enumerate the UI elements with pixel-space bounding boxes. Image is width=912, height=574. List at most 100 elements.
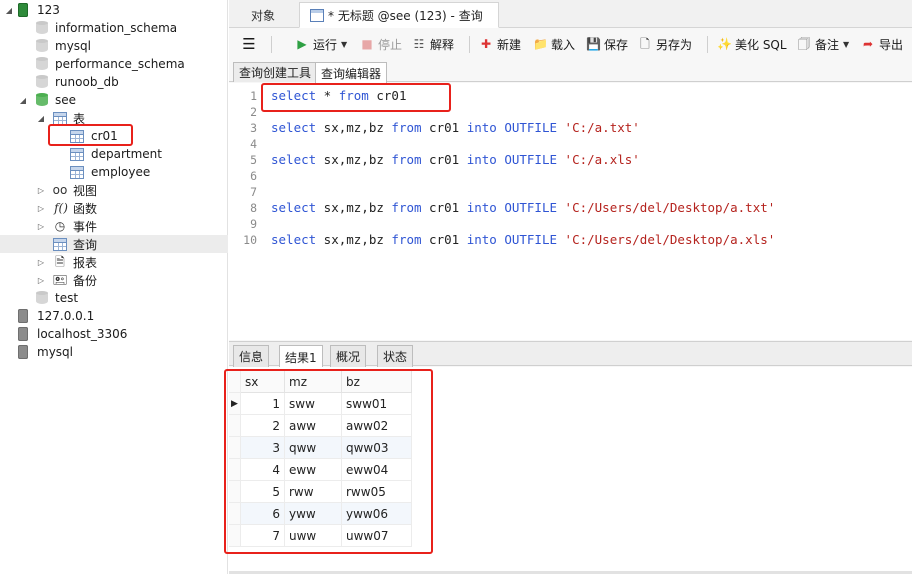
cell-mz[interactable]: qww [285,437,342,459]
cell-bz[interactable]: rww05 [342,481,412,503]
note-icon: 🗍 [798,37,810,51]
cell-bz[interactable]: sww01 [342,393,412,415]
cell-mz[interactable]: aww [285,415,342,437]
collapse-arrow-icon[interactable]: ◢ [4,5,14,15]
database-label: mysql [55,39,91,53]
cell-sx[interactable]: 1 [241,393,285,415]
column-header-sx[interactable]: sx [241,371,285,393]
row-indicator[interactable] [229,525,241,547]
cell-mz[interactable]: eww [285,459,342,481]
tab-profile[interactable]: 概况 [330,345,367,367]
row-indicator[interactable] [229,481,241,503]
tree-db-mysql[interactable]: mysql [0,37,228,55]
cell-bz[interactable]: aww02 [342,415,412,437]
sql-keyword: from [391,120,422,135]
tree-connection-mysql[interactable]: mysql [0,343,228,361]
line-number: 10 [243,233,257,247]
tab-status[interactable]: 状态 [377,345,414,367]
hamburger-icon: ☰ [242,35,256,53]
expand-arrow-icon[interactable]: ▷ [36,257,46,267]
tree-connection-localhost[interactable]: localhost_3306 [0,325,228,343]
code-line-1: select * from cr01 [271,88,406,103]
cell-sx[interactable]: 2 [241,415,285,437]
cell-bz[interactable]: uww07 [342,525,412,547]
cell-mz[interactable]: rww [285,481,342,503]
sql-editor[interactable]: 1 2 3 4 5 6 7 8 9 10 select * from cr01 … [229,83,912,340]
magic-wand-icon: ✨ [717,37,732,51]
comment-button[interactable]: 🗍 备注 ▼ [797,34,849,54]
connection-icon [18,309,28,323]
column-header-mz[interactable]: mz [285,371,342,393]
tab-query[interactable]: * 无标题 @see (123) - 查询 [299,2,499,28]
tree-connection-127[interactable]: 127.0.0.1 [0,307,228,325]
cell-mz[interactable]: uww [285,525,342,547]
functions-label: 函数 [73,201,98,216]
database-label: performance_schema [55,57,185,71]
tab-result1[interactable]: 结果1 [279,345,323,368]
expand-arrow-icon[interactable]: ▷ [36,185,46,195]
tree-db-runoob-db[interactable]: runoob_db [0,73,228,91]
tab-query-editor[interactable]: 查询编辑器 [315,62,388,83]
database-icon [36,75,48,89]
stop-button[interactable]: ■ 停止 [360,34,402,54]
tree-tables-folder[interactable]: ◢ 表 [0,109,228,127]
export-button[interactable]: ➦ 导出 [861,34,903,54]
tree-table-department[interactable]: department [0,145,228,163]
expand-arrow-icon[interactable]: ▷ [36,221,46,231]
tree-connection-123[interactable]: ◢ 123 [0,1,228,19]
tree-table-employee[interactable]: employee [0,163,228,181]
tree-events-folder[interactable]: ▷ ◷ 事件 [0,217,228,235]
tab-query-builder[interactable]: 查询创建工具 [233,62,318,82]
tree-db-information-schema[interactable]: information_schema [0,19,228,37]
explain-button[interactable]: ☷ 解释 [412,34,454,54]
tree-backups-folder[interactable]: ▷ 🖭 备份 [0,271,228,289]
tree-functions-folder[interactable]: ▷ f() 函数 [0,199,228,217]
run-dropdown-icon[interactable]: ▼ [341,40,347,49]
cell-bz[interactable]: eww04 [342,459,412,481]
expand-arrow-icon[interactable]: ▷ [36,275,46,285]
cell-sx[interactable]: 3 [241,437,285,459]
cell-mz[interactable]: yww [285,503,342,525]
cell-sx[interactable]: 7 [241,525,285,547]
tree-db-test[interactable]: test [0,289,228,307]
new-button[interactable]: ✚ 新建 [479,34,521,54]
tree-views-folder[interactable]: ▷ oo 视图 [0,181,228,199]
row-indicator[interactable]: ▶ [229,393,241,415]
sql-text: sx,mz,bz [316,232,392,247]
sql-keyword: from [391,200,422,215]
database-icon [36,39,48,53]
tab-objects[interactable]: 对象 [241,2,285,28]
row-indicator[interactable] [229,459,241,481]
export-icon: ➦ [862,37,874,51]
load-button[interactable]: 📁 载入 [533,34,575,54]
sql-keyword: OUTFILE [504,120,558,135]
tree-db-see[interactable]: ◢ see [0,91,228,109]
code-line-3: select sx,mz,bz from cr01 into OUTFILE '… [271,120,640,135]
tree-reports-folder[interactable]: ▷ 🗎 报表 [0,253,228,271]
tree-queries-folder[interactable]: 查询 [0,235,228,253]
cell-sx[interactable]: 5 [241,481,285,503]
row-indicator[interactable] [229,503,241,525]
save-as-button[interactable]: 🗋 另存为 [638,34,692,54]
column-header-bz[interactable]: bz [342,371,412,393]
comment-dropdown-icon[interactable]: ▼ [843,40,849,49]
beautify-sql-button[interactable]: ✨ 美化 SQL [717,34,787,54]
row-indicator[interactable] [229,415,241,437]
tree-table-cr01[interactable]: cr01 [0,127,228,145]
run-button[interactable]: ▶ 运行 ▼ [295,34,347,54]
cell-sx[interactable]: 6 [241,503,285,525]
tab-info[interactable]: 信息 [233,345,270,367]
views-label: 视图 [73,183,98,198]
row-indicator[interactable] [229,437,241,459]
collapse-arrow-icon[interactable]: ◢ [18,95,28,105]
cell-sx[interactable]: 4 [241,459,285,481]
tree-db-performance-schema[interactable]: performance_schema [0,55,228,73]
expand-arrow-icon[interactable]: ▷ [36,203,46,213]
cell-mz[interactable]: sww [285,393,342,415]
collapse-arrow-icon[interactable]: ◢ [36,113,46,123]
table-icon [70,147,84,161]
cell-bz[interactable]: qww03 [342,437,412,459]
cell-bz[interactable]: yww06 [342,503,412,525]
save-button[interactable]: 💾 保存 [586,34,628,54]
menu-button[interactable]: ☰ [242,34,260,54]
